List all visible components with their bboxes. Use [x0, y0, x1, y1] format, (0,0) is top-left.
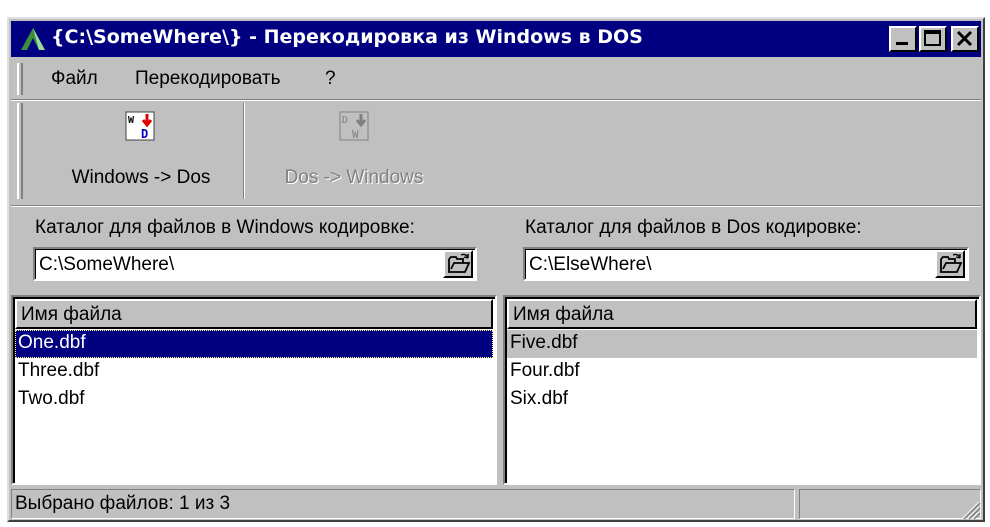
open-folder-icon — [940, 253, 963, 273]
right-browse-button[interactable] — [935, 250, 965, 278]
right-column-header[interactable]: Имя файла — [507, 299, 977, 329]
svg-text:D: D — [342, 115, 348, 126]
right-path-value: C:\ElseWhere\ — [529, 254, 652, 275]
menu-bar: Файл Перекодировать ? — [11, 59, 981, 99]
toolbar-grip[interactable] — [17, 103, 23, 199]
menu-help[interactable]: ? — [325, 68, 336, 90]
win-to-dos-icon: W D — [125, 111, 155, 141]
resize-grip-icon[interactable] — [959, 498, 981, 520]
left-column-header[interactable]: Имя файла — [15, 299, 493, 329]
app-icon[interactable] — [19, 26, 47, 52]
main-window: {C:\SomeWhere\} - Перекодировка из Windo… — [7, 17, 985, 522]
dos-to-win-icon: D W — [339, 111, 369, 141]
toolbar: W D Windows -> Dos D W Dos -> Windows — [11, 101, 981, 205]
dos-to-win-button[interactable]: D W Dos -> Windows — [259, 101, 449, 201]
maximize-icon — [924, 30, 941, 46]
toolbar-separator-bottom — [11, 205, 981, 207]
win-to-dos-button[interactable]: W D Windows -> Dos — [47, 101, 235, 201]
left-dir-label: Каталог для файлов в Windows кодировке: — [35, 217, 415, 238]
dos-to-win-label: Dos -> Windows — [284, 167, 424, 188]
open-folder-icon — [448, 253, 471, 273]
status-bar: Выбрано файлов: 1 из 3 — [11, 487, 981, 520]
minimize-button[interactable] — [889, 26, 917, 52]
window-title: {C:\SomeWhere\} - Перекодировка из Windo… — [51, 26, 643, 48]
svg-text:D: D — [141, 127, 148, 141]
close-button[interactable] — [951, 26, 979, 52]
list-item[interactable]: Five.dbf — [507, 330, 977, 358]
close-icon — [956, 30, 973, 47]
maximize-button[interactable] — [919, 26, 947, 52]
toolbar-separator — [243, 103, 245, 199]
right-dir-label: Каталог для файлов в Dos кодировке: — [525, 217, 862, 238]
right-file-list[interactable]: Имя файла Five.dbf Four.dbf Six.dbf — [503, 295, 981, 485]
status-panel-2 — [799, 489, 981, 519]
left-path-field[interactable]: C:\SomeWhere\ — [33, 247, 477, 281]
menu-file[interactable]: Файл — [51, 68, 98, 90]
status-text: Выбрано файлов: 1 из 3 — [11, 489, 795, 519]
list-item[interactable]: Four.dbf — [507, 358, 977, 386]
list-item[interactable]: Six.dbf — [507, 386, 977, 414]
minimize-icon — [896, 42, 908, 45]
svg-text:W: W — [128, 115, 135, 126]
list-item[interactable]: One.dbf — [15, 330, 493, 358]
menu-recode[interactable]: Перекодировать — [135, 68, 281, 90]
menubar-grip[interactable] — [17, 63, 23, 95]
title-bar[interactable]: {C:\SomeWhere\} - Перекодировка из Windo… — [11, 21, 981, 57]
list-item[interactable]: Three.dbf — [15, 358, 493, 386]
list-item[interactable]: Two.dbf — [15, 386, 493, 414]
left-browse-button[interactable] — [443, 250, 473, 278]
left-path-value: C:\SomeWhere\ — [39, 254, 175, 275]
svg-text:W: W — [352, 128, 359, 141]
win-to-dos-label: Windows -> Dos — [71, 167, 211, 188]
left-file-list[interactable]: Имя файла One.dbf Three.dbf Two.dbf — [11, 295, 497, 485]
right-path-field[interactable]: C:\ElseWhere\ — [523, 247, 969, 281]
